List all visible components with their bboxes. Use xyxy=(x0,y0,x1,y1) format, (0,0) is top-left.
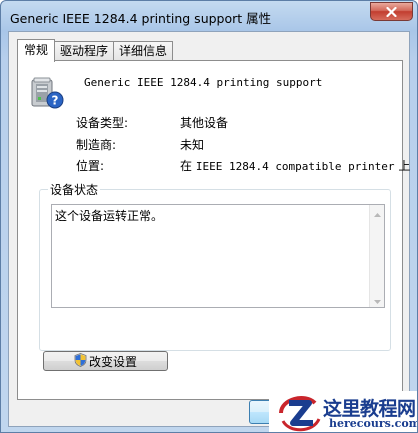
dialog-client-area: 常规 驱动程序 详细信息 ? Generic IEEE 1284.4 print… xyxy=(8,31,410,427)
window-title: Generic IEEE 1284.4 printing support 属性 xyxy=(10,11,272,26)
location-suffix: 上 xyxy=(398,159,411,173)
svg-text:?: ? xyxy=(52,94,59,108)
general-tab-panel: ? Generic IEEE 1284.4 printing support 设… xyxy=(17,60,410,400)
location-label: 位置: xyxy=(76,159,105,173)
device-type-label: 设备类型: xyxy=(76,116,129,130)
close-button[interactable] xyxy=(370,2,413,21)
close-icon xyxy=(386,6,397,17)
tab-strip: 常规 驱动程序 详细信息 xyxy=(17,39,174,62)
device-status-legend: 设备状态 xyxy=(48,181,101,198)
scroll-up-arrow-icon xyxy=(373,206,381,220)
location-prefix: 在 xyxy=(180,159,193,173)
scroll-down-arrow-icon xyxy=(373,293,381,307)
watermark-url: herecours.com xyxy=(329,417,418,430)
tab-general[interactable]: 常规 xyxy=(17,39,56,62)
device-status-text: 这个设备运转正常。 xyxy=(55,209,164,223)
change-settings-label: 改变设置 xyxy=(88,354,137,369)
site-watermark: 这里教程网 herecours.com xyxy=(269,391,418,432)
title-bar[interactable]: Generic IEEE 1284.4 printing support 属性 xyxy=(1,1,417,31)
uac-shield-icon xyxy=(74,352,87,370)
scroll-down-button[interactable] xyxy=(370,292,384,307)
change-settings-button[interactable]: 改变设置 xyxy=(43,351,168,371)
manufacturer-label: 制造商: xyxy=(76,138,117,152)
device-status-group: 设备状态 这个设备运转正常。 xyxy=(39,181,391,351)
watermark-logo-icon xyxy=(275,391,325,432)
location-name: IEEE 1284.4 compatible printer xyxy=(195,160,395,173)
device-status-textbox[interactable]: 这个设备运转正常。 xyxy=(51,204,385,308)
device-name: Generic IEEE 1284.4 printing support xyxy=(84,76,323,89)
tab-driver[interactable]: 驱动程序 xyxy=(54,41,115,61)
status-scrollbar[interactable] xyxy=(369,205,384,307)
tab-details[interactable]: 详细信息 xyxy=(113,41,174,61)
location-value: 在 IEEE 1284.4 compatible printer 上 xyxy=(180,157,410,174)
properties-window: Generic IEEE 1284.4 printing support 属性 … xyxy=(0,0,418,433)
device-type-value: 其他设备 xyxy=(180,116,229,130)
manufacturer-value: 未知 xyxy=(180,138,205,152)
printer-device-unknown-icon: ? xyxy=(30,75,64,109)
scroll-up-button[interactable] xyxy=(370,205,384,220)
